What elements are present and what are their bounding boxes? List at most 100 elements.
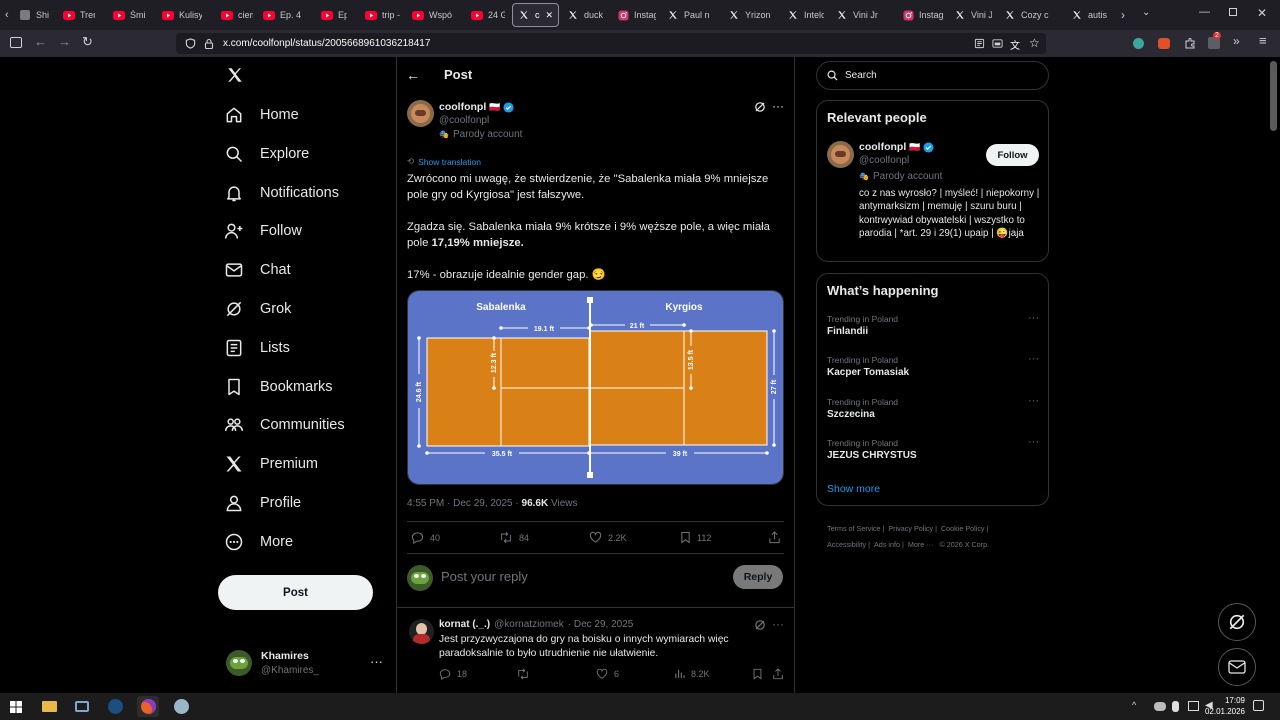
footer-cookie-link[interactable]: Cookie Policy bbox=[941, 524, 985, 533]
trend-more-icon[interactable]: ··· bbox=[1028, 353, 1039, 365]
sidebar-item-bookmarks[interactable]: Bookmarks bbox=[224, 373, 333, 401]
reply-action[interactable]: 40 bbox=[411, 531, 440, 544]
browser-tab[interactable]: Shitpc bbox=[14, 3, 54, 27]
footer-more-link[interactable]: More ··· bbox=[908, 540, 934, 549]
browser-tab[interactable]: Vini Jr bbox=[949, 3, 997, 27]
vpn-extension-icon[interactable] bbox=[1133, 38, 1144, 49]
reply-input[interactable]: Post your reply bbox=[441, 569, 528, 584]
author-handle[interactable]: @coolfonpl bbox=[439, 115, 489, 126]
tab-scroll-left-icon[interactable]: ‹ bbox=[5, 9, 9, 21]
x-logo-icon[interactable] bbox=[226, 66, 244, 84]
steam-button[interactable] bbox=[104, 696, 126, 717]
reply-grok-icon[interactable] bbox=[754, 619, 766, 631]
overflow-menu-icon[interactable]: » bbox=[1233, 34, 1240, 48]
minimize-window-button[interactable]: — bbox=[1199, 6, 1210, 18]
sidebar-item-communities[interactable]: Communities bbox=[224, 411, 345, 439]
post-image[interactable]: Sabalenka Kyrgios 19.1 ft 21 ft 24.6 ft … bbox=[407, 290, 784, 485]
sidebar-item-grok[interactable]: Grok bbox=[224, 295, 291, 323]
trend-item[interactable]: Trending in Poland Kacper Tomasiak ··· bbox=[827, 353, 1039, 378]
clock-time[interactable]: 17:09 bbox=[1203, 696, 1245, 705]
url-bar[interactable]: x.com/coolfonpl/status/20056689610362184… bbox=[176, 33, 1046, 54]
microphone-icon[interactable] bbox=[1172, 701, 1179, 712]
browser-tab[interactable]: Trenin bbox=[58, 3, 100, 27]
reader-view-icon[interactable] bbox=[974, 38, 985, 49]
restore-window-button[interactable] bbox=[1229, 8, 1237, 16]
show-translation-link[interactable]: ⟲ Show translation bbox=[407, 156, 481, 167]
post-timestamp[interactable]: 4:55 PM · Dec 29, 2025 · bbox=[407, 498, 522, 509]
post-button[interactable]: Post bbox=[218, 575, 373, 610]
sidebar-item-home[interactable]: Home bbox=[224, 101, 299, 129]
reply-button[interactable]: Reply bbox=[733, 565, 783, 589]
firefox-button[interactable] bbox=[137, 696, 159, 717]
reply-author-name[interactable]: kornat (._.) bbox=[439, 619, 490, 630]
close-tab-icon[interactable]: ✕ bbox=[545, 10, 553, 21]
list-all-tabs-icon[interactable]: ⌄ bbox=[1142, 7, 1150, 18]
browser-tab[interactable]: duck bbox=[562, 3, 610, 27]
account-more-icon[interactable]: ··· bbox=[370, 654, 383, 669]
footer-ads-link[interactable]: Ads info bbox=[874, 540, 900, 549]
app-button[interactable] bbox=[170, 696, 192, 717]
screenshot-icon[interactable] bbox=[992, 38, 1003, 49]
browser-tab[interactable]: Instag bbox=[612, 3, 661, 27]
file-explorer-button[interactable] bbox=[38, 696, 60, 717]
relevant-name[interactable]: coolfonpl bbox=[859, 141, 906, 153]
sidebar-item-notifications[interactable]: Notifications bbox=[224, 179, 339, 207]
sidebar-item-follow[interactable]: Follow bbox=[224, 217, 302, 245]
reply-more-icon[interactable]: ··· bbox=[772, 617, 784, 631]
trend-item[interactable]: Trending in Poland Finlandii ··· bbox=[827, 312, 1039, 337]
sidebar-toggle-icon[interactable] bbox=[10, 37, 22, 48]
reply-author-avatar[interactable] bbox=[409, 619, 434, 644]
reply-author-handle[interactable]: @kornatziomek bbox=[494, 619, 564, 630]
sidebar-item-more[interactable]: More bbox=[224, 528, 293, 556]
author-avatar[interactable] bbox=[407, 100, 434, 127]
browser-tab[interactable]: Cozy c bbox=[999, 3, 1064, 27]
reply-repost-icon[interactable] bbox=[516, 668, 530, 680]
show-more-link[interactable]: Show more bbox=[827, 483, 880, 495]
browser-tab[interactable]: 24 Go bbox=[466, 3, 510, 27]
reply-views-action[interactable]: 8.2K bbox=[674, 668, 710, 679]
browser-tab[interactable]: Ep. 4 bbox=[258, 3, 308, 27]
sidebar-item-explore[interactable]: Explore bbox=[224, 140, 309, 168]
reply-reply-action[interactable]: 18 bbox=[439, 668, 467, 680]
browser-tab[interactable]: autis bbox=[1066, 3, 1120, 27]
footer-accessibility-link[interactable]: Accessibility bbox=[827, 540, 866, 549]
back-arrow-icon[interactable]: ← bbox=[406, 67, 420, 83]
reply-bookmark-icon[interactable] bbox=[752, 668, 763, 680]
browser-tab[interactable]: Vini Jr bbox=[831, 3, 895, 27]
back-button[interactable]: ← bbox=[34, 34, 47, 49]
tray-chevron-icon[interactable]: ^ bbox=[1132, 700, 1136, 710]
page-scrollbar-thumb[interactable] bbox=[1270, 61, 1277, 131]
browser-tab[interactable]: Intelo bbox=[782, 3, 829, 27]
repost-action[interactable]: 84 bbox=[499, 531, 529, 544]
reply-share-icon[interactable] bbox=[772, 668, 784, 680]
trend-item[interactable]: Trending in Poland JEZUS CHRYSTUS ··· bbox=[827, 436, 1039, 461]
browser-tab[interactable]: Instag bbox=[897, 3, 948, 27]
onedrive-icon[interactable] bbox=[1154, 702, 1166, 711]
clock-date[interactable]: 02.01.2026 bbox=[1198, 707, 1245, 716]
sidebar-item-lists[interactable]: Lists bbox=[224, 334, 290, 362]
browser-tab[interactable]: Kulisy bbox=[157, 3, 207, 27]
grok-fab[interactable] bbox=[1218, 603, 1256, 641]
relevant-handle[interactable]: @coolfonpl bbox=[859, 155, 909, 166]
browser-tab[interactable]: Ep. 5 bbox=[316, 3, 352, 27]
sidebar-item-premium[interactable]: Premium bbox=[224, 450, 318, 478]
monitor-app-button[interactable] bbox=[71, 696, 93, 717]
bookmark-star-icon[interactable]: ☆ bbox=[1029, 36, 1040, 50]
sidebar-item-chat[interactable]: Chat bbox=[224, 256, 291, 284]
like-action[interactable]: 2.2K bbox=[589, 531, 627, 544]
reply-like-action[interactable]: 6 bbox=[596, 668, 619, 680]
footer-terms-link[interactable]: Terms of Service bbox=[827, 524, 881, 533]
trend-more-icon[interactable]: ··· bbox=[1028, 312, 1039, 324]
share-icon[interactable] bbox=[768, 531, 781, 544]
hamburger-menu-icon[interactable]: ≡ bbox=[1259, 33, 1267, 48]
extension-icon[interactable] bbox=[1158, 38, 1170, 49]
search-box[interactable]: Search bbox=[816, 61, 1049, 90]
post-more-icon[interactable]: ··· bbox=[772, 99, 784, 113]
bookmark-action[interactable]: 112 bbox=[680, 531, 711, 544]
account-avatar[interactable] bbox=[226, 650, 252, 676]
sidebar-item-profile[interactable]: Profile bbox=[224, 489, 301, 517]
browser-tab[interactable]: trip - bbox=[360, 3, 405, 27]
browser-tab[interactable]: ciemn bbox=[216, 3, 258, 27]
grok-icon[interactable] bbox=[754, 101, 766, 113]
trend-more-icon[interactable]: ··· bbox=[1028, 395, 1039, 407]
